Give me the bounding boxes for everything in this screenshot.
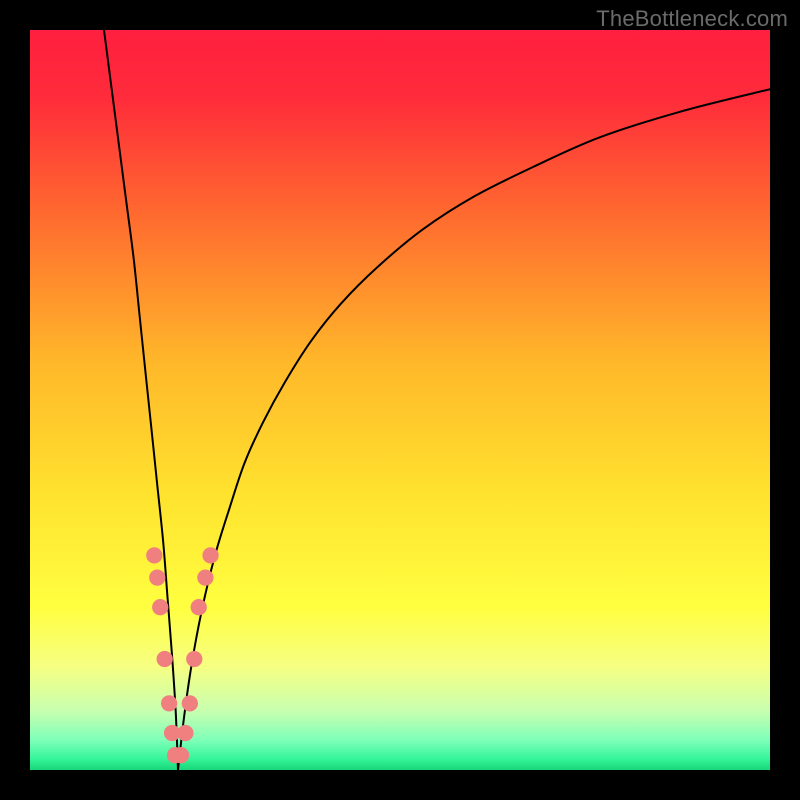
scatter-point bbox=[186, 651, 202, 667]
scatter-point bbox=[157, 651, 173, 667]
scatter-point bbox=[149, 569, 165, 585]
chart-frame: TheBottleneck.com bbox=[0, 0, 800, 800]
scatter-point bbox=[202, 547, 218, 563]
scatter-point bbox=[152, 599, 168, 615]
scatter-point bbox=[182, 695, 198, 711]
scatter-point bbox=[191, 599, 207, 615]
watermark-text: TheBottleneck.com bbox=[596, 6, 788, 32]
scatter-point bbox=[197, 569, 213, 585]
gradient-background bbox=[30, 30, 770, 770]
plot-area bbox=[30, 30, 770, 770]
scatter-point bbox=[177, 725, 193, 741]
scatter-point bbox=[146, 547, 162, 563]
bottleneck-chart bbox=[30, 30, 770, 770]
scatter-point bbox=[161, 695, 177, 711]
scatter-point bbox=[173, 747, 189, 763]
